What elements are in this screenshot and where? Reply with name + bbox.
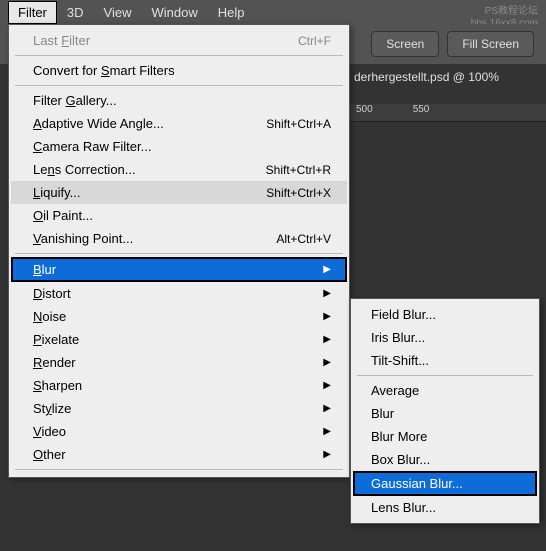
separator (15, 253, 343, 254)
menu-stylize[interactable]: Stylize ▶ (11, 397, 347, 420)
submenu-arrow-icon: ▶ (323, 311, 331, 322)
menu-camera-raw[interactable]: Camera Raw Filter... (11, 135, 347, 158)
submenu-arrow-icon: ▶ (323, 449, 331, 460)
menubar: Filter 3D View Window Help (0, 0, 546, 24)
menu-pixelate[interactable]: Pixelate ▶ (11, 328, 347, 351)
menubar-filter[interactable]: Filter (8, 1, 57, 24)
menu-video[interactable]: Video ▶ (11, 420, 347, 443)
menu-liquify[interactable]: Liquify... Shift+Ctrl+X (11, 181, 347, 204)
blur-submenu: Field Blur... Iris Blur... Tilt-Shift...… (350, 298, 540, 524)
ruler: 500 550 (350, 104, 546, 122)
submenu-arrow-icon: ▶ (323, 357, 331, 368)
menu-blur[interactable]: Blur ▶ (11, 257, 347, 282)
menu-adaptive-wide[interactable]: Adaptive Wide Angle... Shift+Ctrl+A (11, 112, 347, 135)
menu-last-filter[interactable]: Last Filter Ctrl+F (11, 29, 347, 52)
submenu-box-blur[interactable]: Box Blur... (353, 448, 537, 471)
submenu-arrow-icon: ▶ (323, 264, 331, 275)
submenu-arrow-icon: ▶ (323, 334, 331, 345)
separator (15, 85, 343, 86)
submenu-blur-more[interactable]: Blur More (353, 425, 537, 448)
document-title: derhergestellt.psd @ 100% (350, 64, 546, 90)
menu-filter-gallery[interactable]: Filter Gallery... (11, 89, 347, 112)
submenu-iris-blur[interactable]: Iris Blur... (353, 326, 537, 349)
menubar-help[interactable]: Help (208, 1, 255, 24)
menu-other[interactable]: Other ▶ (11, 443, 347, 466)
menubar-window[interactable]: Window (141, 1, 207, 24)
menubar-view[interactable]: View (94, 1, 142, 24)
submenu-field-blur[interactable]: Field Blur... (353, 303, 537, 326)
submenu-arrow-icon: ▶ (323, 426, 331, 437)
menu-render[interactable]: Render ▶ (11, 351, 347, 374)
separator (357, 375, 533, 376)
separator (15, 55, 343, 56)
menu-lens-correction[interactable]: Lens Correction... Shift+Ctrl+R (11, 158, 347, 181)
submenu-gaussian-blur[interactable]: Gaussian Blur... (353, 471, 537, 496)
menu-distort[interactable]: Distort ▶ (11, 282, 347, 305)
menubar-3d[interactable]: 3D (57, 1, 94, 24)
submenu-average[interactable]: Average (353, 379, 537, 402)
menu-convert-smart[interactable]: Convert for Smart Filters (11, 59, 347, 82)
submenu-arrow-icon: ▶ (323, 403, 331, 414)
screen-button[interactable]: Screen (371, 31, 439, 57)
menu-oil-paint[interactable]: Oil Paint... (11, 204, 347, 227)
menu-sharpen[interactable]: Sharpen ▶ (11, 374, 347, 397)
submenu-arrow-icon: ▶ (323, 380, 331, 391)
submenu-tilt-shift[interactable]: Tilt-Shift... (353, 349, 537, 372)
fill-screen-button[interactable]: Fill Screen (447, 31, 534, 57)
submenu-arrow-icon: ▶ (323, 288, 331, 299)
separator (15, 469, 343, 470)
submenu-blur[interactable]: Blur (353, 402, 537, 425)
menu-noise[interactable]: Noise ▶ (11, 305, 347, 328)
menu-vanishing-point[interactable]: Vanishing Point... Alt+Ctrl+V (11, 227, 347, 250)
filter-dropdown: Last Filter Ctrl+F Convert for Smart Fil… (8, 24, 350, 478)
submenu-lens-blur[interactable]: Lens Blur... (353, 496, 537, 519)
